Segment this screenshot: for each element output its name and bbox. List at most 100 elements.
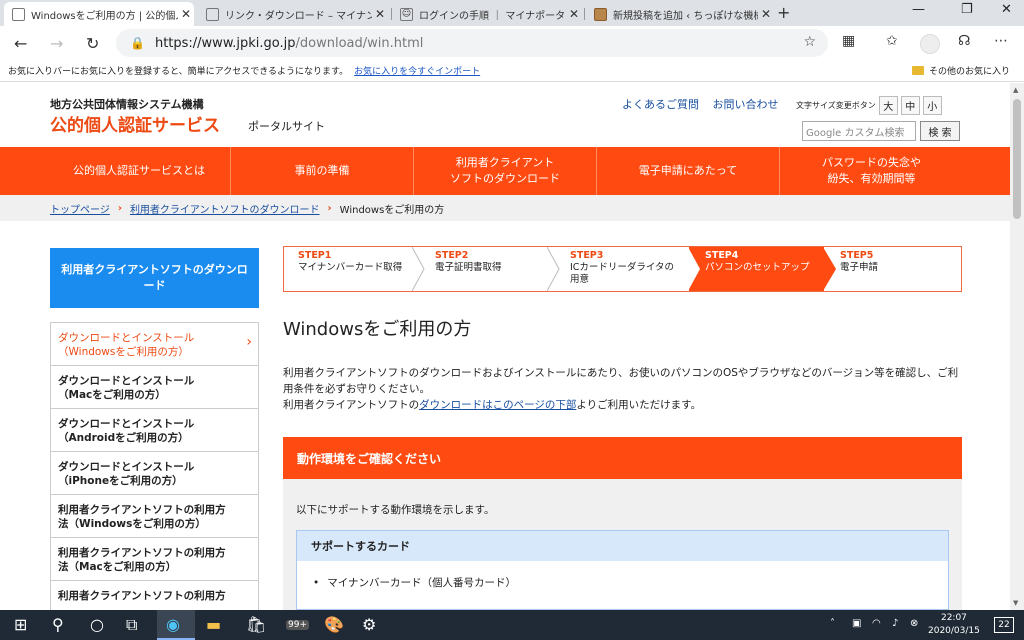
file-explorer-icon[interactable]: ▬ bbox=[206, 615, 221, 634]
volume-icon[interactable]: ♪ bbox=[892, 618, 898, 629]
sidebar-item-android-install[interactable]: ダウンロードとインストール （Androidをご利用の方） bbox=[51, 409, 258, 452]
address-toolbar: ← → ↻ 🔒 https://www.jpki.go.jp/download/… bbox=[0, 26, 1024, 60]
close-tab-icon[interactable]: ✕ bbox=[758, 7, 774, 21]
sidebar-item-label: ダウンロードとインストール （Androidをご利用の方） bbox=[58, 418, 195, 444]
step-5: STEP5 電子申請 bbox=[824, 247, 959, 291]
breadcrumb-top-link[interactable]: トップページ bbox=[50, 201, 110, 216]
font-size-small-button[interactable]: 小 bbox=[922, 96, 942, 115]
sidebar-item-iphone-install[interactable]: ダウンロードとインストール （iPhoneをご利用の方） bbox=[51, 452, 258, 495]
settings-gear-icon[interactable]: ⚙ bbox=[362, 615, 376, 634]
sidebar-item-mac-usage[interactable]: 利用者クライアントソフトの利用方 法（Macをご利用の方） bbox=[51, 538, 258, 581]
step-indicator: STEP1 マイナンバーカード取得 STEP2 電子証明書取得 STEP3 IC… bbox=[283, 246, 962, 292]
portal-icon: ☺ bbox=[400, 7, 413, 21]
browser-tab-active[interactable]: Windowsをご利用の方 | 公的個人認 ✕ bbox=[4, 2, 194, 26]
windows-start-icon[interactable]: ⊞ bbox=[14, 615, 27, 634]
new-tab-button[interactable]: + bbox=[777, 3, 790, 22]
step-number: STEP5 bbox=[840, 250, 874, 261]
chevron-right-icon: › bbox=[327, 202, 332, 214]
nav-item-label: 事前の準備 bbox=[294, 164, 350, 177]
site-logo[interactable]: 公的個人認証サービス bbox=[50, 111, 220, 136]
font-size-switcher: 文字サイズ変更ボタン 大 中 小 bbox=[796, 96, 942, 115]
security-icon[interactable]: ▣ bbox=[852, 618, 861, 629]
org-name: 地方公共団体情報システム機構 bbox=[50, 98, 204, 111]
collections-icon[interactable]: ▦ bbox=[842, 33, 855, 49]
sidebar-item-more-usage[interactable]: 利用者クライアントソフトの利用方 bbox=[51, 581, 258, 610]
nav-item-application[interactable]: 電子申請にあたって bbox=[597, 147, 780, 195]
store-badge[interactable]: 99+ bbox=[286, 620, 309, 630]
tab-title: Windowsをご利用の方 | 公的個人認 bbox=[31, 10, 178, 22]
faq-link[interactable]: よくあるご質問 bbox=[622, 98, 699, 111]
cortana-icon[interactable]: ○ bbox=[90, 615, 104, 634]
favorites-prompt: お気に入りバーにお気に入りを登録すると、簡単にアクセスできるようになります。 bbox=[8, 67, 349, 77]
tab-title: 新規投稿を追加 ‹ ちっぽけな機械技 bbox=[613, 10, 758, 22]
system-clock[interactable]: 22:07 2020/03/15 bbox=[928, 612, 980, 638]
show-hidden-icons-icon[interactable]: ˄ bbox=[830, 618, 835, 629]
nav-item-label: 電子申請にあたって bbox=[638, 164, 738, 177]
window-close-icon[interactable]: ✕ bbox=[1001, 2, 1012, 17]
font-size-large-button[interactable]: 大 bbox=[878, 96, 898, 115]
page-scrollbar[interactable]: ▲ ▼ bbox=[1010, 83, 1024, 610]
contact-link[interactable]: お問い合わせ bbox=[713, 98, 779, 111]
address-bar[interactable]: 🔒 https://www.jpki.go.jp/download/win.ht… bbox=[116, 29, 828, 57]
wifi-icon[interactable]: ◠ bbox=[872, 618, 881, 629]
step-2: STEP2 電子証明書取得 bbox=[419, 247, 560, 291]
sidebar-item-mac-install[interactable]: ダウンロードとインストール （Macをご利用の方） bbox=[51, 366, 258, 409]
forward-icon[interactable]: → bbox=[50, 34, 63, 53]
clock-date: 2020/03/15 bbox=[928, 626, 980, 636]
edge-browser-icon[interactable]: ◉ bbox=[166, 615, 180, 634]
scroll-down-icon[interactable]: ▼ bbox=[1013, 599, 1018, 607]
browser-tab[interactable]: 新規投稿を追加 ‹ ちっぽけな機械技 ✕ bbox=[586, 2, 774, 26]
close-tab-icon[interactable]: ✕ bbox=[566, 7, 582, 21]
minimize-icon[interactable]: — bbox=[912, 2, 925, 17]
browser-tab[interactable]: ☺ ログインの手順 ｜ マイナポータル ✕ bbox=[392, 2, 582, 26]
browser-tab[interactable]: リンク・ダウンロード – マイナンバーカード ✕ bbox=[198, 2, 388, 26]
tab-strip: Windowsをご利用の方 | 公的個人認 ✕ リンク・ダウンロード – マイナ… bbox=[0, 0, 1024, 26]
header-links: よくあるご質問 お問い合わせ bbox=[622, 96, 789, 112]
sidebar-item-windows-usage[interactable]: 利用者クライアントソフトの利用方 法（Windowsをご利用の方） bbox=[51, 495, 258, 538]
intro-text-a: 利用者クライアントソフトの bbox=[283, 399, 420, 411]
close-tab-icon[interactable]: ✕ bbox=[178, 7, 194, 21]
favorite-star-icon[interactable]: ☆ bbox=[803, 34, 816, 50]
paint-icon[interactable]: 🎨 bbox=[324, 615, 344, 634]
sidebar-menu: ダウンロードとインストール （Windowsをご利用の方） › ダウンロードとイ… bbox=[50, 322, 259, 610]
scroll-thumb[interactable] bbox=[1013, 99, 1021, 219]
page-icon bbox=[12, 7, 25, 21]
step-3: STEP3 ICカードリーダライタの 用意 bbox=[554, 247, 689, 291]
font-size-medium-button[interactable]: 中 bbox=[900, 96, 920, 115]
sidebar-item-windows-install[interactable]: ダウンロードとインストール （Windowsをご利用の方） › bbox=[51, 323, 258, 366]
feedback-icon[interactable]: ☊ bbox=[958, 33, 970, 49]
nav-item-about[interactable]: 公的個人認証サービスとは bbox=[48, 147, 231, 195]
download-section-link[interactable]: ダウンロードはこのページの下部 bbox=[419, 399, 576, 411]
sidebar-item-label: 利用者クライアントソフトの利用方 法（Macをご利用の方） bbox=[58, 547, 226, 573]
search-input[interactable]: Google カスタム検索 bbox=[802, 121, 916, 141]
ime-icon[interactable]: ⊗ bbox=[910, 618, 918, 629]
import-favorites-link[interactable]: お気に入りを今すぐインポート bbox=[354, 64, 480, 77]
other-favorites-folder[interactable]: その他のお気に入り bbox=[911, 64, 1010, 77]
scroll-up-icon[interactable]: ▲ bbox=[1013, 86, 1018, 94]
web-page: 地方公共団体情報システム機構 公的個人認証サービス ポータルサイト よくあるご質… bbox=[0, 83, 1010, 610]
search-button[interactable]: 検 索 bbox=[920, 121, 960, 141]
chevron-right-icon: › bbox=[246, 334, 252, 350]
step-arrow-icon bbox=[823, 247, 836, 291]
step-number: STEP2 bbox=[435, 250, 469, 261]
refresh-icon[interactable]: ↻ bbox=[86, 34, 99, 53]
more-menu-icon[interactable]: ⋯ bbox=[994, 33, 1008, 49]
nav-item-preparation[interactable]: 事前の準備 bbox=[231, 147, 414, 195]
supported-card-item: マイナンバーカード（個人番号カード） bbox=[297, 561, 948, 590]
notification-center-icon[interactable]: 22 bbox=[994, 617, 1014, 633]
breadcrumb-download-link[interactable]: 利用者クライアントソフトのダウンロード bbox=[130, 201, 320, 216]
step-1: STEP1 マイナンバーカード取得 bbox=[284, 247, 425, 291]
sidebar-item-label: ダウンロードとインストール （Macをご利用の方） bbox=[58, 375, 195, 401]
restore-icon[interactable]: ❐ bbox=[961, 2, 973, 17]
nav-item-label: 公的個人認証サービスとは bbox=[73, 164, 205, 177]
avatar[interactable] bbox=[920, 34, 940, 54]
nav-item-password[interactable]: パスワードの失念や 紛失、有効期間等 bbox=[780, 147, 963, 195]
back-icon[interactable]: ← bbox=[14, 34, 27, 53]
favorites-icon[interactable]: ✩ bbox=[886, 33, 898, 49]
chevron-right-icon: › bbox=[117, 202, 122, 214]
task-view-icon[interactable]: ⧉ bbox=[126, 615, 137, 635]
close-tab-icon[interactable]: ✕ bbox=[372, 7, 388, 21]
store-icon[interactable]: 🛍 bbox=[246, 615, 266, 634]
search-icon[interactable]: ⚲ bbox=[52, 615, 64, 634]
nav-item-download[interactable]: 利用者クライアント ソフトのダウンロード bbox=[414, 147, 597, 195]
